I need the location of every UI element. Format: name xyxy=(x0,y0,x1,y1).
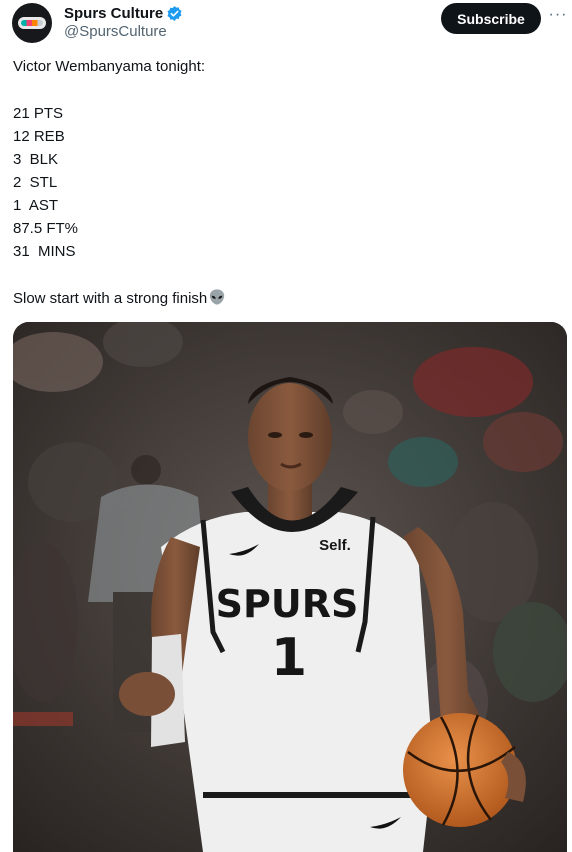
subscribe-button[interactable]: Subscribe xyxy=(441,3,541,34)
spurs-logo-icon xyxy=(18,17,46,29)
handle[interactable]: @SpursCulture xyxy=(64,23,167,40)
player-photo: SPURS 1 Self. xyxy=(13,322,567,852)
jersey-sponsor: Self. xyxy=(319,537,351,554)
tweet-line: 21 PTS xyxy=(13,105,64,122)
verified-badge-icon xyxy=(167,5,182,21)
tweet-line: 3 BLK xyxy=(13,151,59,168)
alien-icon xyxy=(210,289,225,305)
tweet-photo[interactable]: SPURS 1 Self. xyxy=(13,322,567,852)
avatar[interactable] xyxy=(12,3,52,43)
tweet-line: 12 REB xyxy=(13,128,65,145)
tweet-line: 1 AST xyxy=(13,197,59,214)
tweet-line: 31 MINS xyxy=(13,243,76,260)
name-row: Spurs Culture xyxy=(64,3,183,23)
more-options-icon[interactable]: ··· xyxy=(548,7,568,26)
tweet-line: Victor Wembanyama tonight: xyxy=(13,58,206,75)
jersey-wordmark: SPURS xyxy=(216,582,359,626)
tweet-line-last: Slow start with a strong finish xyxy=(13,288,226,309)
tweet-header: Spurs Culture @SpursCulture Subscribe ··… xyxy=(0,0,572,50)
display-name[interactable]: Spurs Culture xyxy=(64,5,163,22)
tweet-line: 2 STL xyxy=(13,174,58,191)
tweet-line-text: Slow start with a strong finish xyxy=(13,290,208,307)
jersey-number: 1 xyxy=(271,628,307,688)
tweet-line: 87.5 FT% xyxy=(13,220,79,237)
